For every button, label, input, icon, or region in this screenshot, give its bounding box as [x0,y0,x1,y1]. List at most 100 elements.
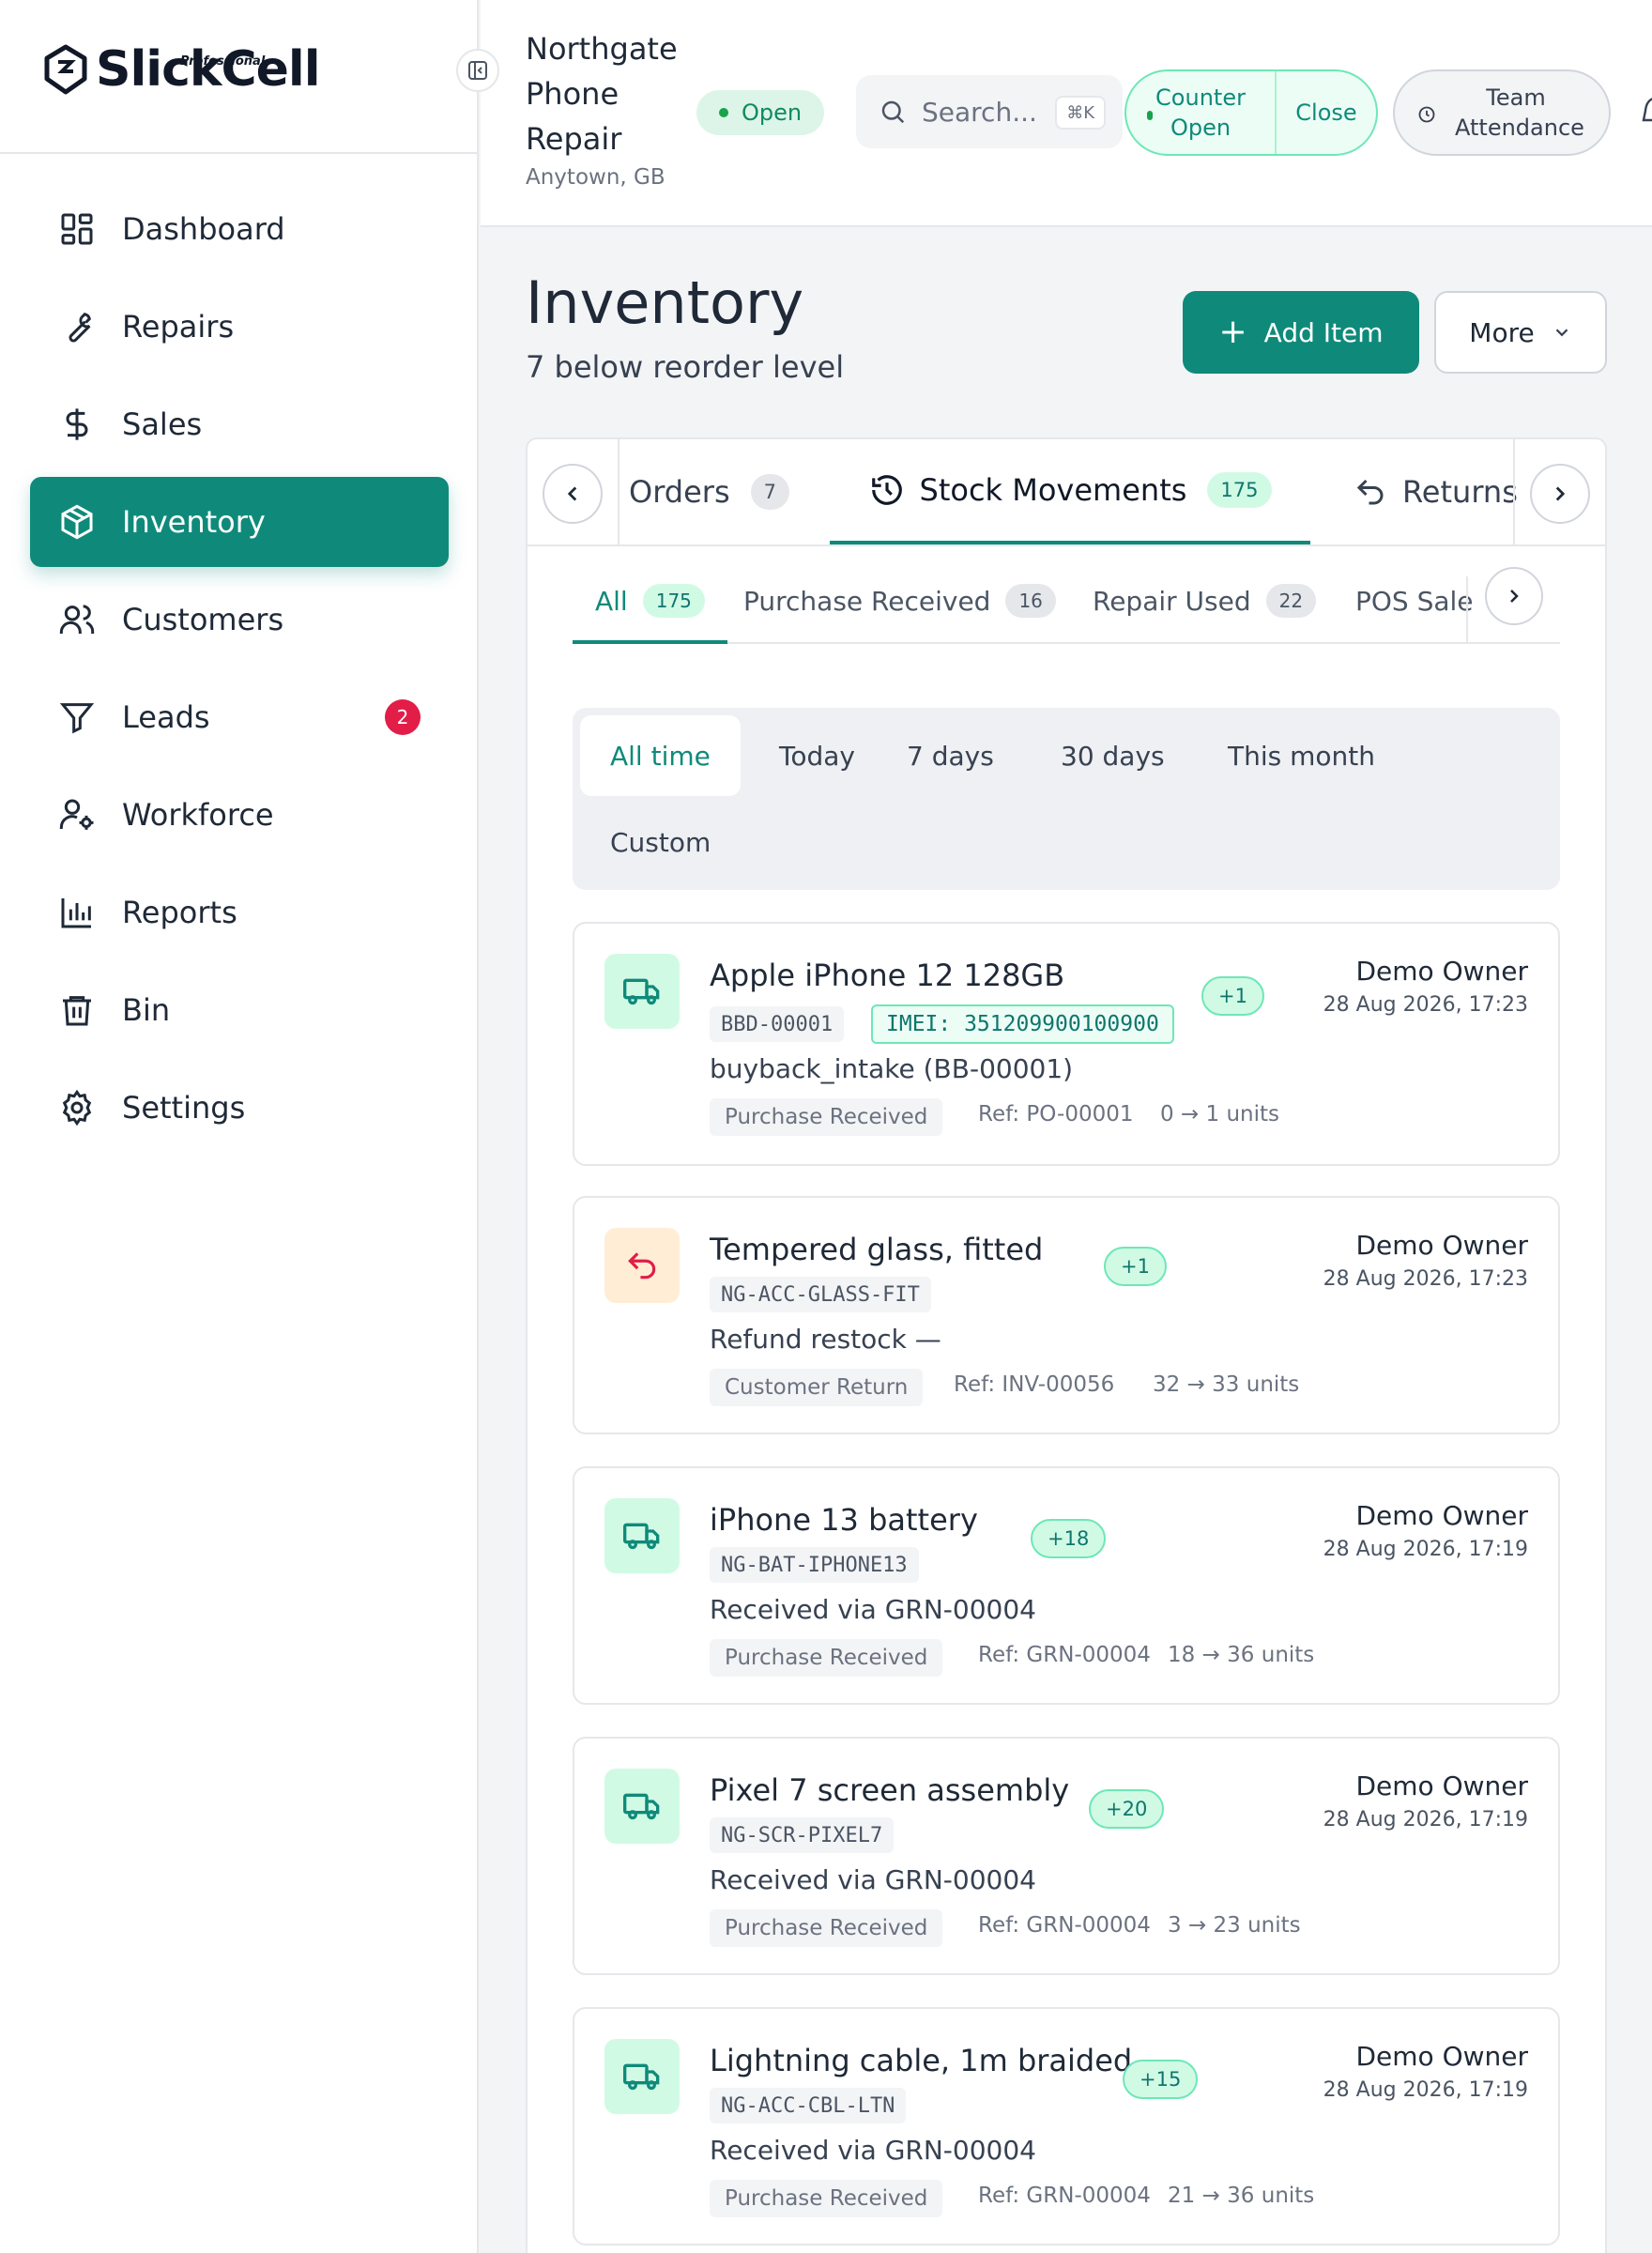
tabs-scroll-right-button[interactable] [1530,464,1590,524]
inventory-card: Orders 7 Stock Movements 175 Returns All… [526,437,1607,2253]
funnel-icon [59,703,95,734]
chevron-left-icon [567,486,577,501]
sidebar-item-label: Bin [122,992,171,1028]
panel-collapse-icon [468,61,487,80]
imei-tag: IMEI: 351209900100900 [871,1004,1174,1044]
search-input[interactable]: Search... ⌘K [856,75,1123,148]
collapse-sidebar-button[interactable] [456,49,499,92]
movement-reference: Ref: GRN-00004 [978,1643,1151,1667]
movement-timestamp: 28 Aug 2026, 17:19 [1323,1538,1528,1561]
filter-tab-pos-sale[interactable]: POS Sale [1355,586,1481,644]
quantity-delta-badge: +1 [1104,1247,1167,1286]
movement-timestamp: 28 Aug 2026, 17:19 [1323,1808,1528,1832]
chevron-right-icon [1510,590,1519,603]
tab-count: 175 [1207,472,1272,508]
filter-tab-purchase-received[interactable]: Purchase Received 16 [743,584,1056,644]
range-7-days[interactable]: 7 days [877,715,1024,796]
tab-label: Returns [1402,474,1518,510]
movement-reference: Ref: INV-00056 [954,1372,1115,1397]
sidebar-item-label: Settings [122,1090,246,1126]
sidebar-item-label: Workforce [122,797,274,833]
sidebar-item-dashboard[interactable]: Dashboard [30,184,449,274]
counter-open-button[interactable]: Counter Open [1126,71,1277,154]
store-name[interactable]: Northgate Phone Repair [526,26,713,161]
more-menu-button[interactable]: More [1434,291,1607,374]
team-attendance-button[interactable]: Team Attendance [1393,69,1611,156]
truck-icon [623,2063,660,2091]
movement-type-chip: Purchase Received [710,1639,943,1677]
movement-timestamp: 28 Aug 2026, 17:19 [1323,2078,1528,2102]
sidebar-item-label: Inventory [122,504,266,540]
filter-tab-repair-used[interactable]: Repair Used 22 [1093,584,1317,644]
range-30-days[interactable]: 30 days [1031,715,1195,796]
filter-tab-all[interactable]: All 175 [573,584,727,644]
movement-timestamp: 28 Aug 2026, 17:23 [1323,993,1528,1017]
range-custom[interactable]: Custom [580,802,741,882]
wrench-icon [69,313,91,343]
tab-stock-movements[interactable]: Stock Movements 175 [830,439,1310,544]
movement-item[interactable]: Pixel 7 screen assembly +20 NG-SCR-PIXEL… [573,1737,1560,1975]
tabs-divider [618,439,620,544]
sidebar-item-inventory[interactable]: Inventory [30,477,449,567]
counter-open-label: Counter Open [1155,84,1246,141]
tabs-divider [1513,439,1515,544]
search-placeholder: Search... [922,96,1037,128]
movement-type-chip: Purchase Received [710,1909,943,1947]
movement-note: buyback_intake (BB-00001) [710,1053,1074,1084]
store-location: Anytown, GB [526,165,665,190]
truck-icon [623,978,660,1005]
movement-type-chip: Purchase Received [710,1098,943,1136]
tab-label: Orders [629,474,730,510]
sidebar-item-sales[interactable]: Sales [30,379,449,469]
chevron-down-icon [1555,329,1568,337]
sidebar-item-leads[interactable]: Leads 2 [30,672,449,762]
movement-item[interactable]: Lightning cable, 1m braided +15 NG-ACC-C… [573,2007,1560,2245]
range-all-time[interactable]: All time [580,715,741,796]
sku-tag: NG-SCR-PIXEL7 [710,1817,895,1853]
sidebar-item-repairs[interactable]: Repairs [30,282,449,372]
movement-type-filters: All 175 Purchase Received 16 Repair Used… [573,567,1560,644]
tab-orders[interactable]: Orders 7 [629,439,789,544]
movement-item-name: Apple iPhone 12 128GB [710,958,1065,993]
add-item-button[interactable]: + Add Item [1183,291,1419,374]
bar-chart-icon [61,898,91,928]
dashboard-icon [61,213,93,245]
top-header: Northgate Phone Repair Anytown, GB Open … [481,0,1652,227]
tab-label: Stock Movements [919,472,1187,508]
more-label: More [1469,316,1535,348]
movement-item[interactable]: iPhone 13 battery +18 NG-BAT-IPHONE13 Re… [573,1466,1560,1705]
sku-tag: NG-BAT-IPHONE13 [710,1547,919,1583]
movement-timestamp: 28 Aug 2026, 17:23 [1323,1267,1528,1291]
range-today[interactable]: Today [749,715,885,796]
movement-type-icon [604,1769,680,1844]
sidebar-item-customers[interactable]: Customers [30,575,449,665]
brand-name: SlickCell [96,41,321,98]
undo-icon [1356,479,1384,505]
filters-scroll-right-button[interactable] [1485,567,1543,625]
store-status-badge: Open [696,90,825,135]
bell-icon[interactable] [1641,94,1652,128]
movement-type-chip: Purchase Received [710,2180,943,2217]
logo[interactable]: SlickCell [41,41,321,98]
chevron-right-icon [1555,486,1566,501]
movement-item[interactable]: Apple iPhone 12 128GB +1 BBD-00001 IMEI:… [573,922,1560,1166]
sidebar-item-label: Sales [122,406,203,442]
quantity-delta-badge: +20 [1089,1789,1165,1829]
sidebar-item-reports[interactable]: Reports [30,867,449,958]
sidebar-item-label: Reports [122,895,237,930]
sidebar-item-bin[interactable]: Bin [30,965,449,1055]
tabs-scroll-left-button[interactable] [543,464,603,524]
trash-icon [63,996,91,1026]
movement-units: 32 → 33 units [1153,1372,1300,1397]
movement-item[interactable]: Tempered glass, fitted +1 NG-ACC-GLASS-F… [573,1196,1560,1434]
sidebar-item-settings[interactable]: Settings [30,1063,449,1153]
filter-label: Repair Used [1093,586,1251,617]
undo-icon [628,1252,656,1280]
sidebar-item-workforce[interactable]: Workforce [30,770,449,860]
gear-icon [62,1089,92,1126]
filter-label: All [595,586,628,617]
filter-label: POS Sale [1355,586,1474,617]
range-this-month[interactable]: This month [1198,715,1405,796]
sidebar: SlickCell Professional Dashboard Repairs… [0,0,499,2253]
counter-close-button[interactable]: Close [1277,71,1376,154]
